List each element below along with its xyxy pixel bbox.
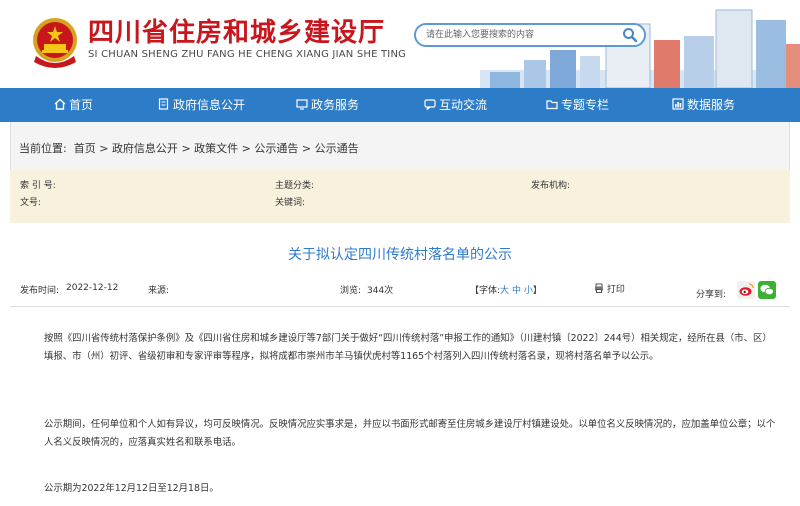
nav-item-special-topics[interactable]: 专题专栏 bbox=[546, 88, 609, 122]
breadcrumb-link-policy-docs[interactable]: 政策文件 bbox=[194, 142, 238, 155]
meta-keywords: 关键词: bbox=[275, 198, 306, 208]
publish-date: 2022-12-12 bbox=[66, 283, 119, 293]
breadcrumb-link-notices[interactable]: 公示通告 bbox=[254, 142, 298, 155]
search-input[interactable] bbox=[426, 27, 616, 43]
font-size-medium-link[interactable]: 中 bbox=[512, 286, 521, 296]
share-label: 分享到: bbox=[696, 290, 727, 300]
breadcrumb: 当前位置: 首页 > 政府信息公开 > 政策文件 > 公示通告 > 公示通告 bbox=[10, 122, 790, 170]
meta-index-no: 索 引 号: bbox=[20, 181, 56, 191]
font-size-small-link[interactable]: 小 bbox=[524, 286, 533, 296]
national-emblem-icon bbox=[33, 18, 77, 68]
breadcrumb-separator: > bbox=[241, 142, 251, 155]
nav-label: 政府信息公开 bbox=[173, 98, 246, 112]
font-size-large-link[interactable]: 大 bbox=[500, 286, 509, 296]
breadcrumb-separator: > bbox=[181, 142, 191, 155]
nav-label: 首页 bbox=[69, 98, 94, 112]
meta-doc-no: 文号: bbox=[20, 198, 42, 208]
document-icon bbox=[158, 98, 169, 110]
breadcrumb-link-home[interactable]: 首页 bbox=[74, 142, 96, 155]
nav-item-gov-services[interactable]: 政务服务 bbox=[296, 88, 359, 122]
views-count: 344次 bbox=[367, 286, 394, 296]
monitor-icon bbox=[296, 99, 308, 110]
site-title: 四川省住房和城乡建设厅 bbox=[88, 18, 386, 48]
wechat-share-icon[interactable] bbox=[758, 281, 776, 299]
breadcrumb-label: 当前位置: bbox=[19, 142, 67, 155]
nav-label: 数据服务 bbox=[687, 98, 736, 112]
breadcrumb-separator: > bbox=[99, 142, 109, 155]
publish-date-label: 发布时间: bbox=[20, 286, 60, 296]
nav-label: 互动交流 bbox=[439, 98, 488, 112]
font-size-bracket-close: 】 bbox=[532, 286, 542, 296]
article-info-bar: 发布时间: 2022-12-12 来源: 浏览: 344次 【字体:大 中 小】… bbox=[10, 280, 790, 307]
home-icon bbox=[54, 98, 66, 110]
print-button[interactable]: 打印 bbox=[594, 282, 625, 295]
font-size-label: 【字体: bbox=[470, 286, 501, 296]
article-title: 关于拟认定四川传统村落名单的公示 bbox=[288, 247, 512, 263]
meta-publisher: 发布机构: bbox=[531, 181, 571, 191]
breadcrumb-link-gov-info[interactable]: 政府信息公开 bbox=[112, 142, 178, 155]
article-paragraph: 按照《四川省传统村落保护条例》及《四川省住房和城乡建设厅等7部门关于做好“四川传… bbox=[44, 333, 772, 362]
folder-icon bbox=[546, 100, 558, 110]
nav-item-data-services[interactable]: 数据服务 bbox=[672, 88, 735, 122]
chart-icon bbox=[672, 98, 684, 110]
nav-item-home[interactable]: 首页 bbox=[54, 88, 93, 122]
site-header: 四川省住房和城乡建设厅 SI CHUAN SHENG ZHU FANG HE C… bbox=[0, 0, 800, 88]
search-icon[interactable] bbox=[622, 27, 638, 43]
site-subtitle-pinyin: SI CHUAN SHENG ZHU FANG HE CHENG XIANG J… bbox=[88, 49, 407, 60]
print-label: 打印 bbox=[606, 285, 625, 295]
breadcrumb-link-notices-current[interactable]: 公示通告 bbox=[315, 142, 359, 155]
font-size-control: 【字体:大 中 小】 bbox=[470, 283, 542, 296]
nav-label: 政务服务 bbox=[311, 98, 360, 112]
document-metadata: 索 引 号: 文号: 主题分类: 关键词: 发布机构: bbox=[10, 170, 790, 223]
article-paragraph: 公示期为2022年12月12日至12月18日。 bbox=[44, 483, 219, 494]
main-nav: 首页 政府信息公开 政务服务 互动交流 专题专栏 数据服务 bbox=[0, 88, 800, 122]
article-paragraph: 公示期间，任何单位和个人如有异议，均可反映情况。反映情况应实事求是，并应以书面形… bbox=[44, 419, 776, 448]
nav-label: 专题专栏 bbox=[561, 98, 610, 112]
meta-topic: 主题分类: bbox=[275, 181, 315, 191]
chat-icon bbox=[424, 99, 436, 110]
main-content: 当前位置: 首页 > 政府信息公开 > 政策文件 > 公示通告 > 公示通告 索… bbox=[10, 122, 790, 506]
nav-item-gov-info[interactable]: 政府信息公开 bbox=[158, 88, 245, 122]
breadcrumb-separator: > bbox=[301, 142, 312, 155]
source-label: 来源: bbox=[148, 286, 170, 296]
printer-icon bbox=[595, 283, 603, 293]
search-box bbox=[414, 23, 646, 47]
views-label: 浏览: bbox=[340, 286, 362, 296]
weibo-share-icon[interactable] bbox=[737, 281, 755, 299]
nav-item-interaction[interactable]: 互动交流 bbox=[424, 88, 487, 122]
